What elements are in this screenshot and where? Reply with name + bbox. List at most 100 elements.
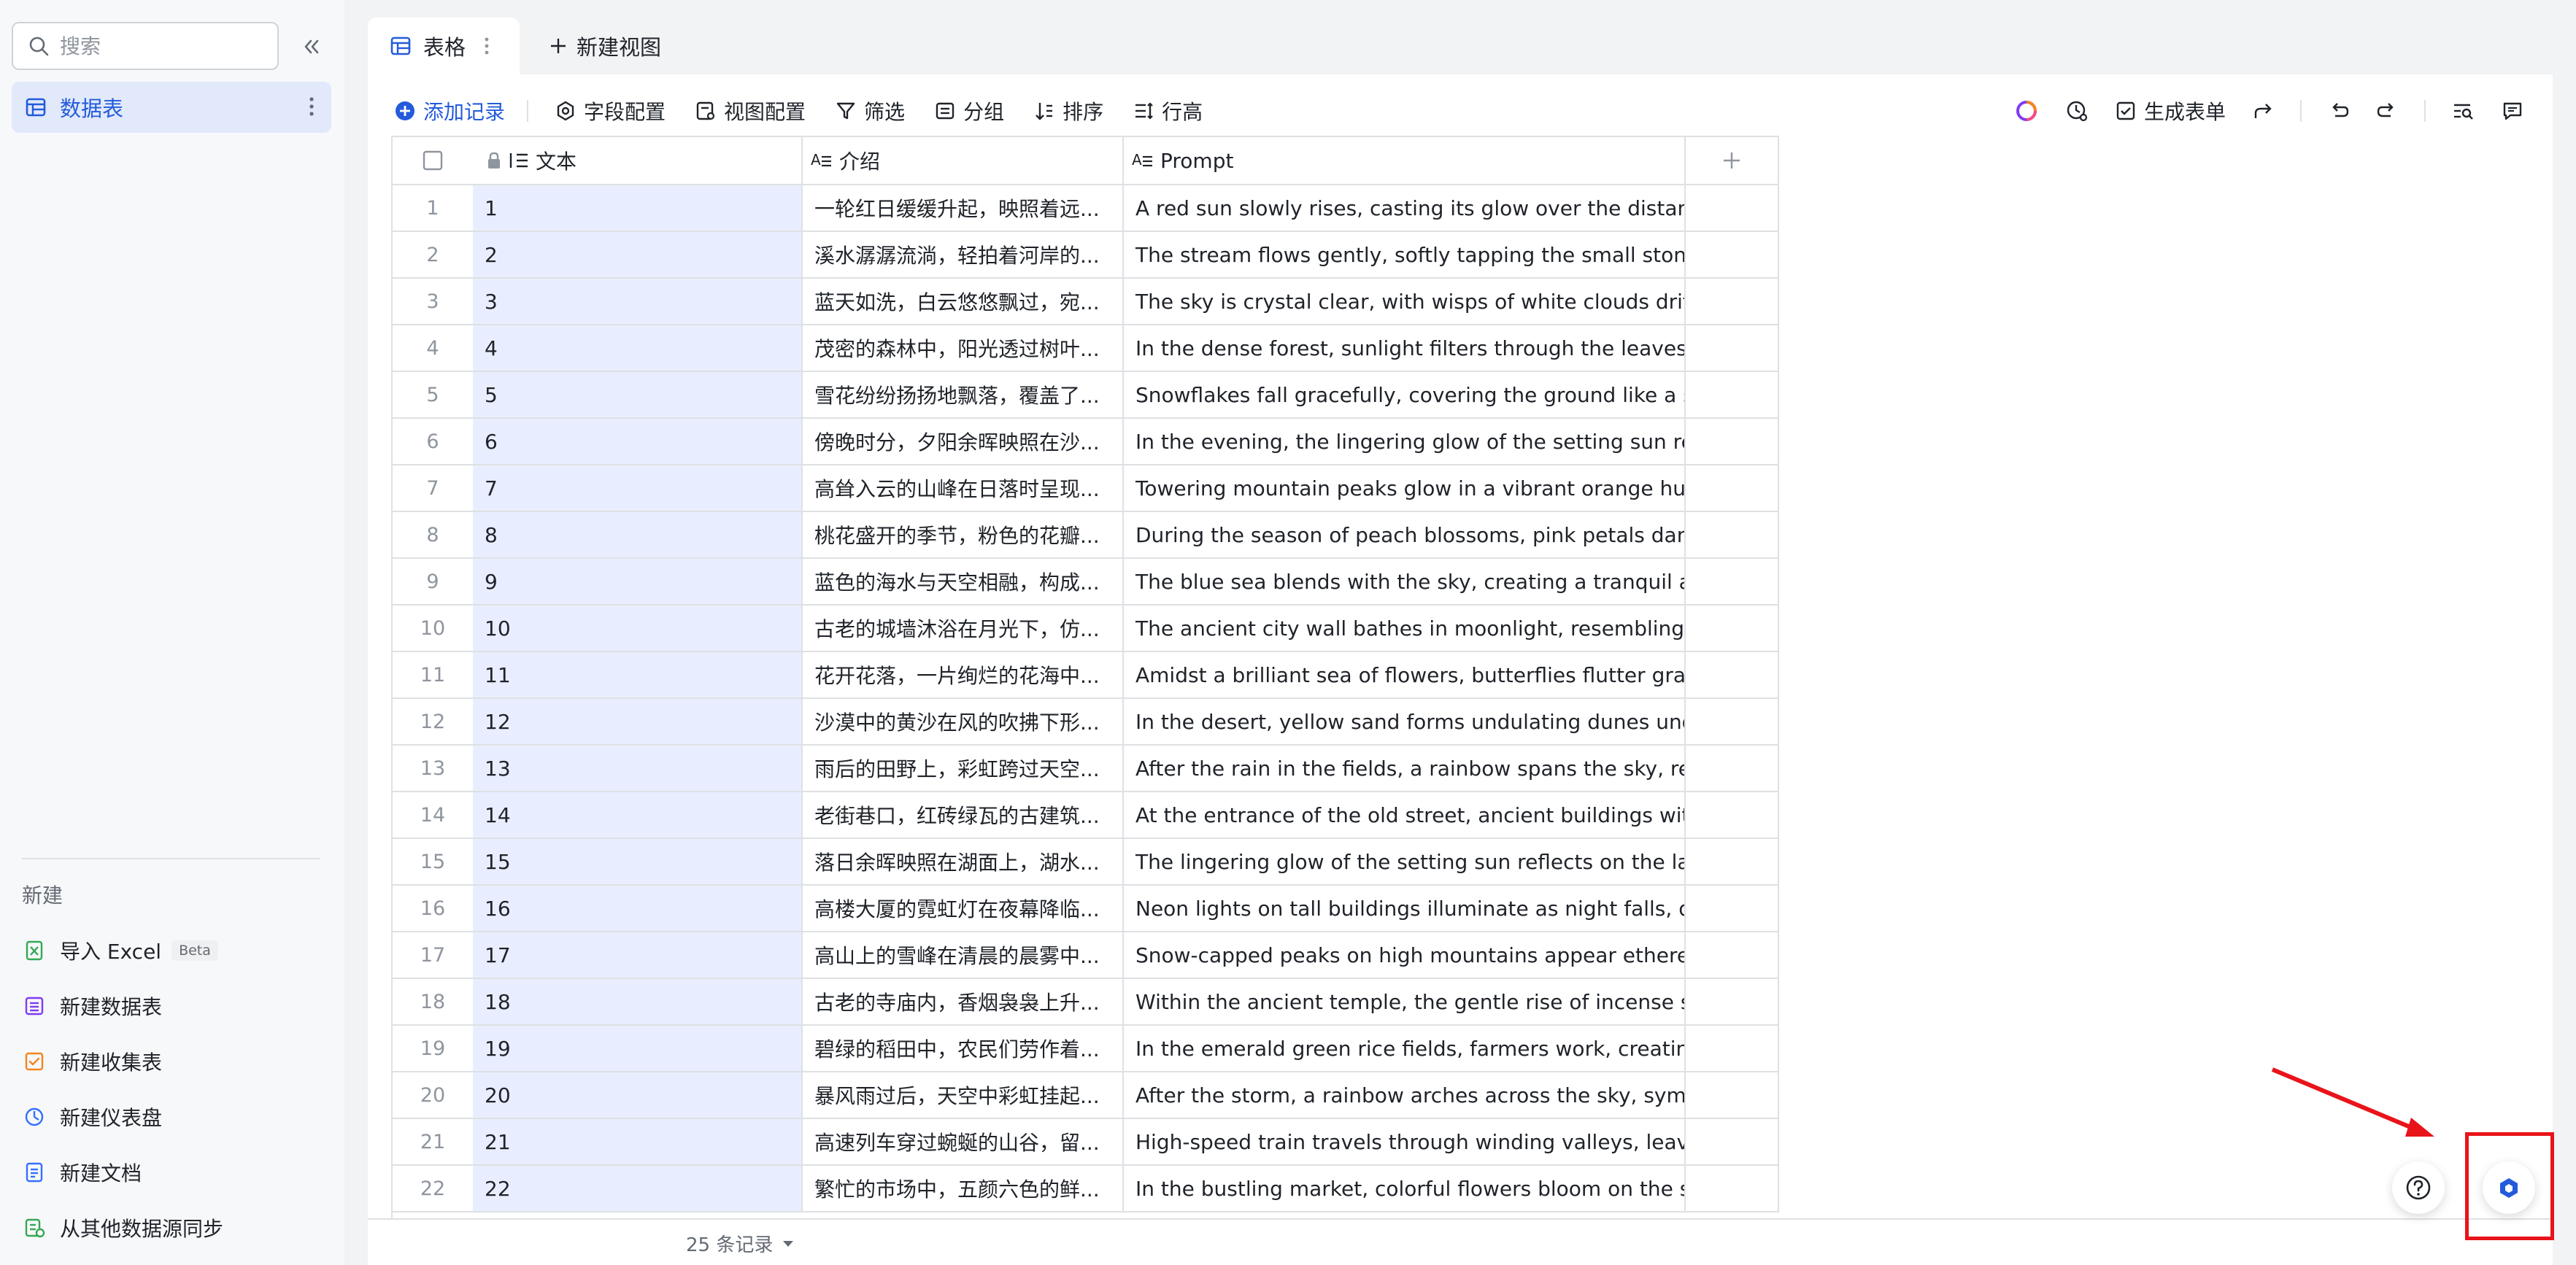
new-doc-item[interactable]: 新建文档 — [23, 1156, 142, 1189]
row-height-button[interactable]: 行高 — [1133, 96, 1203, 125]
table-row[interactable]: 11 11 花开花落，一片绚烂的花海中... Amidst a brilliant s… — [393, 652, 1779, 699]
cell-prompt[interactable]: The ancient city wall bathes in moonligh… — [1124, 606, 1686, 652]
cell-intro[interactable]: 古老的城墙沐浴在月光下，仿... — [803, 606, 1124, 652]
cell-prompt[interactable]: In the evening, the lingering glow of th… — [1124, 419, 1686, 465]
column-header-intro[interactable]: A 介绍 — [803, 137, 1124, 185]
cell-prompt[interactable]: A red sun slowly rises, casting its glow… — [1124, 185, 1686, 232]
cell-intro[interactable]: 高山上的雪峰在清晨的晨雾中... — [803, 932, 1124, 979]
cell-intro[interactable]: 碧绿的稻田中，农民们劳作着... — [803, 1026, 1124, 1072]
cell-intro[interactable]: 老街巷口，红砖绿瓦的古建筑... — [803, 792, 1124, 839]
sort-button[interactable]: 排序 — [1033, 96, 1103, 125]
cell-text[interactable]: 15 — [473, 839, 803, 886]
cell-prompt[interactable]: The stream flows gently, softly tapping … — [1124, 232, 1686, 279]
cell-text[interactable]: 13 — [473, 746, 803, 792]
table-row[interactable]: 4 4 茂密的森林中，阳光透过树叶... In the dense forest, s… — [393, 325, 1779, 372]
tab-more-icon[interactable] — [483, 36, 490, 56]
cell-text[interactable]: 16 — [473, 886, 803, 932]
cell-prompt[interactable]: High-speed train travels through winding… — [1124, 1119, 1686, 1166]
collapse-sidebar-icon[interactable] — [296, 32, 325, 61]
table-row[interactable]: 17 17 高山上的雪峰在清晨的晨雾中... Snow-capped peaks on… — [393, 932, 1779, 979]
new-datatable-item[interactable]: 新建数据表 — [23, 989, 162, 1023]
cell-intro[interactable]: 高楼大厦的霓虹灯在夜幕降临... — [803, 886, 1124, 932]
table-row[interactable]: 7 7 高耸入云的山峰在日落时呈现... Towering mountain peak… — [393, 465, 1779, 512]
cell-intro[interactable]: 落日余晖映照在湖面上，湖水... — [803, 839, 1124, 886]
cell-prompt[interactable]: In the dense forest, sunlight filters th… — [1124, 325, 1686, 372]
table-row[interactable]: 9 9 蓝色的海水与天空相融，构成... The blue sea blends wi… — [393, 559, 1779, 606]
table-row[interactable]: 18 18 古老的寺庙内，香烟袅袅上升... Within the ancient t… — [393, 979, 1779, 1026]
cell-intro[interactable]: 花开花落，一片绚烂的花海中... — [803, 652, 1124, 699]
cell-text[interactable]: 12 — [473, 699, 803, 746]
cell-intro[interactable]: 桃花盛开的季节，粉色的花瓣... — [803, 512, 1124, 559]
cell-prompt[interactable]: The sky is crystal clear, with wisps of … — [1124, 279, 1686, 325]
cell-prompt[interactable]: Snowflakes fall gracefully, covering the… — [1124, 372, 1686, 419]
cell-text[interactable]: 1 — [473, 185, 803, 232]
cell-intro[interactable]: 暴风雨过后，天空中彩虹挂起... — [803, 1072, 1124, 1119]
column-header-prompt[interactable]: A Prompt — [1124, 137, 1686, 185]
automation-icon[interactable] — [2065, 99, 2089, 123]
cell-prompt[interactable]: Within the ancient temple, the gentle ri… — [1124, 979, 1686, 1026]
undo-icon[interactable] — [2328, 100, 2350, 122]
table-row[interactable]: 5 5 雪花纷纷扬扬地飘落，覆盖了... Snowflakes fall gracef… — [393, 372, 1779, 419]
table-row[interactable]: 16 16 高楼大厦的霓虹灯在夜幕降临... Neon lights on tall … — [393, 886, 1779, 932]
cell-intro[interactable]: 蓝天如洗，白云悠悠飘过，宛... — [803, 279, 1124, 325]
cell-prompt[interactable]: Snow-capped peaks on high mountains appe… — [1124, 932, 1686, 979]
cell-intro[interactable]: 沙漠中的黄沙在风的吹拂下形... — [803, 699, 1124, 746]
table-row[interactable]: 15 15 落日余晖映照在湖面上，湖水... The lingering glow o… — [393, 839, 1779, 886]
redo-icon[interactable] — [2376, 100, 2398, 122]
cell-intro[interactable]: 傍晚时分，夕阳余晖映照在沙... — [803, 419, 1124, 465]
cell-text[interactable]: 5 — [473, 372, 803, 419]
cell-text[interactable]: 10 — [473, 606, 803, 652]
cell-prompt[interactable]: At the entrance of the old street, ancie… — [1124, 792, 1686, 839]
cell-prompt[interactable]: In the desert, yellow sand forms undulat… — [1124, 699, 1686, 746]
share-icon[interactable] — [2252, 100, 2274, 122]
table-row[interactable]: 20 20 暴风雨过后，天空中彩虹挂起... After the storm, a r… — [393, 1072, 1779, 1119]
cell-text[interactable]: 2 — [473, 232, 803, 279]
table-row[interactable]: 3 3 蓝天如洗，白云悠悠飘过，宛... The sky is crystal cle… — [393, 279, 1779, 325]
sync-datasource-item[interactable]: 从其他数据源同步 — [23, 1211, 223, 1245]
add-record-button[interactable]: 添加记录 — [394, 96, 505, 125]
table-row[interactable]: 19 19 碧绿的稻田中，农民们劳作着... In the emerald green… — [393, 1026, 1779, 1072]
cell-text[interactable]: 6 — [473, 419, 803, 465]
cell-prompt[interactable]: The blue sea blends with the sky, creati… — [1124, 559, 1686, 606]
header-select-all[interactable] — [393, 137, 473, 185]
cell-text[interactable]: 14 — [473, 792, 803, 839]
sidebar-item-datatable[interactable]: 数据表 — [12, 82, 331, 133]
table-row[interactable]: 2 2 溪水潺潺流淌，轻拍着河岸的... The stream flows gentl… — [393, 232, 1779, 279]
cell-text[interactable]: 4 — [473, 325, 803, 372]
table-row[interactable]: 6 6 傍晚时分，夕阳余晖映照在沙... In the evening, the li… — [393, 419, 1779, 465]
import-excel-item[interactable]: 导入 Excel Beta — [23, 934, 218, 967]
cell-prompt[interactable]: Towering mountain peaks glow in a vibran… — [1124, 465, 1686, 512]
table-row[interactable]: 12 12 沙漠中的黄沙在风的吹拂下形... In the desert, yello… — [393, 699, 1779, 746]
cell-intro[interactable]: 蓝色的海水与天空相融，构成... — [803, 559, 1124, 606]
view-config-button[interactable]: 视图配置 — [695, 96, 806, 125]
table-row[interactable]: 22 22 繁忙的市场中，五颜六色的鲜... In the bustling mark… — [393, 1166, 1779, 1212]
new-view-button[interactable]: 新建视图 — [549, 28, 661, 64]
checkbox-icon[interactable] — [423, 150, 443, 171]
cell-prompt[interactable]: Neon lights on tall buildings illuminate… — [1124, 886, 1686, 932]
cell-intro[interactable]: 高耸入云的山峰在日落时呈现... — [803, 465, 1124, 512]
cell-text[interactable]: 18 — [473, 979, 803, 1026]
table-row[interactable]: 13 13 雨后的田野上，彩虹跨过天空... After the rain in th… — [393, 746, 1779, 792]
cell-intro[interactable]: 溪水潺潺流淌，轻拍着河岸的... — [803, 232, 1124, 279]
generate-form-button[interactable]: 生成表单 — [2115, 96, 2226, 125]
field-config-button[interactable]: 字段配置 — [555, 96, 666, 125]
cell-intro[interactable]: 高速列车穿过蜿蜒的山谷，留... — [803, 1119, 1124, 1166]
cell-prompt[interactable]: After the rain in the fields, a rainbow … — [1124, 746, 1686, 792]
add-column-button[interactable] — [1686, 137, 1779, 185]
cell-intro[interactable]: 一轮红日缓缓升起，映照着远... — [803, 185, 1124, 232]
cell-text[interactable]: 7 — [473, 465, 803, 512]
search-input[interactable] — [60, 34, 257, 58]
cell-text[interactable]: 17 — [473, 932, 803, 979]
column-header-text[interactable]: 文本 — [473, 137, 803, 185]
cell-intro[interactable]: 繁忙的市场中，五颜六色的鲜... — [803, 1166, 1124, 1212]
more-vertical-icon[interactable] — [308, 95, 315, 118]
table-row[interactable]: 14 14 老街巷口，红砖绿瓦的古建筑... At the entrance of t… — [393, 792, 1779, 839]
cell-intro[interactable]: 雨后的田野上，彩虹跨过天空... — [803, 746, 1124, 792]
table-row[interactable]: 21 21 高速列车穿过蜿蜒的山谷，留... High-speed train tra… — [393, 1119, 1779, 1166]
table-row[interactable]: 1 1 一轮红日缓缓升起，映照着远... A red sun slowly rises… — [393, 185, 1779, 232]
cell-text[interactable]: 21 — [473, 1119, 803, 1166]
cell-text[interactable]: 9 — [473, 559, 803, 606]
cell-prompt[interactable]: The lingering glow of the setting sun re… — [1124, 839, 1686, 886]
table-row[interactable]: 8 8 桃花盛开的季节，粉色的花瓣... During the season of p… — [393, 512, 1779, 559]
cell-text[interactable]: 19 — [473, 1026, 803, 1072]
